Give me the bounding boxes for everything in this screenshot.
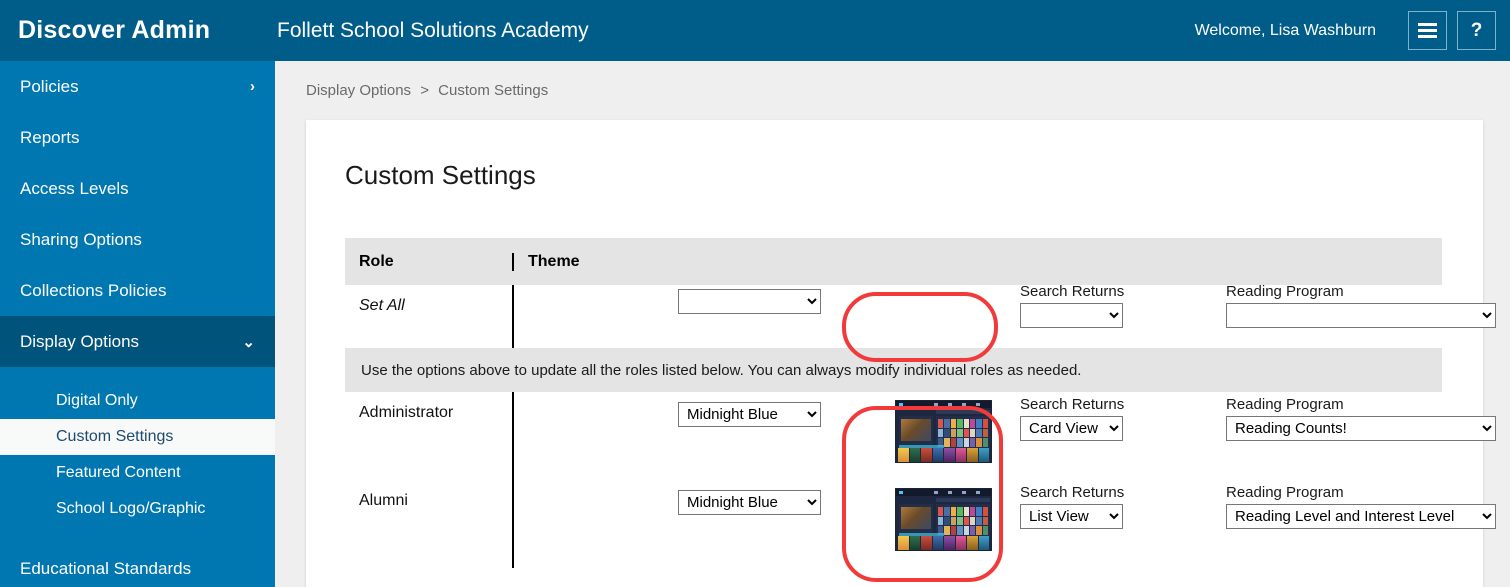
- reading-program-label: Reading Program: [1226, 283, 1344, 300]
- cell-role: Set All: [359, 297, 405, 314]
- sidebar-subitem-label: Custom Settings: [56, 428, 174, 445]
- search-returns-label: Search Returns: [1020, 484, 1125, 501]
- sidebar-navigation: Policies › Reports Access Levels Sharing…: [0, 61, 275, 587]
- column-header-role: Role: [359, 252, 394, 270]
- field-group-theme-administrator: Midnight Blue: [678, 402, 821, 427]
- subnav-spacer-top: [0, 367, 275, 383]
- field-group-theme-alumni: Midnight Blue: [678, 490, 821, 515]
- breadcrumb-current: Custom Settings: [438, 82, 549, 99]
- sidebar-item-label: Policies: [20, 76, 79, 96]
- cell-role: Administrator: [359, 404, 454, 421]
- top-header-bar: Discover Admin Follett School Solutions …: [0, 0, 1510, 61]
- breadcrumb: Display Options > Custom Settings: [275, 61, 1510, 99]
- sidebar-subnav-display-options: Digital Only Custom Settings Featured Co…: [0, 367, 275, 527]
- sidebar-item-label: Educational Standards: [20, 558, 192, 578]
- welcome-message: Welcome, Lisa Washburn: [1194, 21, 1376, 39]
- theme-select-set-all[interactable]: [678, 289, 821, 314]
- sidebar-item-label: Collections Policies: [20, 280, 167, 300]
- sidebar-item-school-logo-graphic[interactable]: School Logo/Graphic: [0, 491, 275, 527]
- sidebar-item-label: Sharing Options: [20, 229, 142, 249]
- field-group-theme-set-all: [678, 289, 821, 314]
- field-group-search-returns-administrator: Search Returns Card View: [1020, 396, 1124, 441]
- sidebar-item-access-levels[interactable]: Access Levels: [0, 163, 275, 214]
- cell-role: Alumni: [359, 492, 408, 509]
- field-group-reading-program-alumni: Reading Program Reading Level and Intere…: [1226, 484, 1496, 529]
- help-button[interactable]: ?: [1457, 11, 1496, 50]
- hamburger-menu-button[interactable]: [1408, 11, 1447, 50]
- reading-program-select-alumni[interactable]: Reading Level and Interest Level: [1226, 504, 1496, 529]
- theme-select-alumni[interactable]: Midnight Blue: [678, 490, 821, 515]
- organization-title: Follett School Solutions Academy: [277, 18, 589, 42]
- cell-settings: Midnight Blue: [512, 480, 1496, 568]
- chevron-right-icon: ›: [250, 78, 255, 95]
- hamburger-icon: [1418, 23, 1437, 38]
- breadcrumb-parent-link[interactable]: Display Options: [306, 82, 411, 99]
- search-returns-label: Search Returns: [1020, 396, 1125, 413]
- table-header-row: Role Theme: [345, 238, 1442, 285]
- sidebar-item-display-options[interactable]: Display Options ⌄: [0, 316, 275, 367]
- subnav-spacer-bottom: [0, 527, 275, 543]
- sidebar-item-label: Reports: [20, 127, 80, 147]
- chevron-down-icon: ⌄: [242, 333, 255, 351]
- reading-program-label: Reading Program: [1226, 396, 1344, 413]
- table-row-set-all: Set All Search Returns Reading Program: [345, 283, 1496, 348]
- sidebar-item-sharing-options[interactable]: Sharing Options: [0, 214, 275, 265]
- sidebar-subitem-label: Featured Content: [56, 464, 181, 481]
- cell-settings: Search Returns Reading Program: [512, 283, 1496, 348]
- content-card: Custom Settings Role Theme Set All Searc…: [306, 120, 1496, 587]
- sidebar-item-label: Display Options: [20, 331, 140, 351]
- theme-preview-thumbnail-alumni[interactable]: [895, 488, 992, 551]
- sidebar-item-digital-only[interactable]: Digital Only: [0, 383, 275, 419]
- column-divider: [512, 480, 514, 568]
- set-all-note: Use the options above to update all the …: [345, 348, 1442, 392]
- sidebar-item-reports[interactable]: Reports: [0, 112, 275, 163]
- sidebar-subitem-label: Digital Only: [56, 392, 138, 409]
- main-content-area: Display Options > Custom Settings Custom…: [275, 61, 1510, 587]
- column-header-theme: Theme: [512, 252, 1442, 271]
- table-row: Administrator Midnight Blue Search Retur…: [345, 392, 1496, 480]
- page-title: Custom Settings: [345, 160, 536, 190]
- app-brand-title: Discover Admin: [18, 16, 211, 44]
- custom-settings-table: Role Theme Set All Search Returns Readin…: [345, 238, 1496, 568]
- theme-select-administrator[interactable]: Midnight Blue: [678, 402, 821, 427]
- reading-program-select-administrator[interactable]: Reading Counts!: [1226, 416, 1496, 441]
- column-divider: [512, 252, 514, 271]
- sidebar-subitem-label: School Logo/Graphic: [56, 500, 206, 517]
- column-divider: [512, 392, 514, 480]
- theme-preview-thumbnail-administrator[interactable]: [895, 400, 992, 463]
- sidebar-item-policies[interactable]: Policies ›: [0, 61, 275, 112]
- field-group-search-returns-alumni: Search Returns List View: [1020, 484, 1124, 529]
- question-mark-icon: ?: [1470, 20, 1483, 41]
- sidebar-item-custom-settings[interactable]: Custom Settings: [0, 419, 275, 455]
- search-returns-select-administrator[interactable]: Card View: [1020, 416, 1123, 441]
- search-returns-select-alumni[interactable]: List View: [1020, 504, 1123, 529]
- breadcrumb-separator: >: [420, 82, 429, 99]
- sidebar-item-featured-content[interactable]: Featured Content: [0, 455, 275, 491]
- sidebar-item-collections-policies[interactable]: Collections Policies: [0, 265, 275, 316]
- column-divider: [512, 285, 514, 348]
- reading-program-select-set-all[interactable]: [1226, 303, 1496, 328]
- column-header-theme-label: Theme: [528, 252, 580, 270]
- sidebar-item-label: Access Levels: [20, 178, 129, 198]
- search-returns-label: Search Returns: [1020, 283, 1125, 300]
- reading-program-label: Reading Program: [1226, 484, 1344, 501]
- field-group-reading-program-set-all: Reading Program: [1226, 283, 1496, 328]
- field-group-search-returns-set-all: Search Returns: [1020, 283, 1124, 328]
- sidebar-item-educational-standards[interactable]: Educational Standards: [0, 543, 275, 587]
- header-right-group: Welcome, Lisa Washburn ?: [1195, 11, 1510, 50]
- search-returns-select-set-all[interactable]: [1020, 303, 1123, 328]
- table-row: Alumni Midnight Blue Search Returns List…: [345, 480, 1496, 568]
- cell-settings: Midnight Blue: [512, 392, 1496, 480]
- field-group-reading-program-administrator: Reading Program Reading Counts!: [1226, 396, 1496, 441]
